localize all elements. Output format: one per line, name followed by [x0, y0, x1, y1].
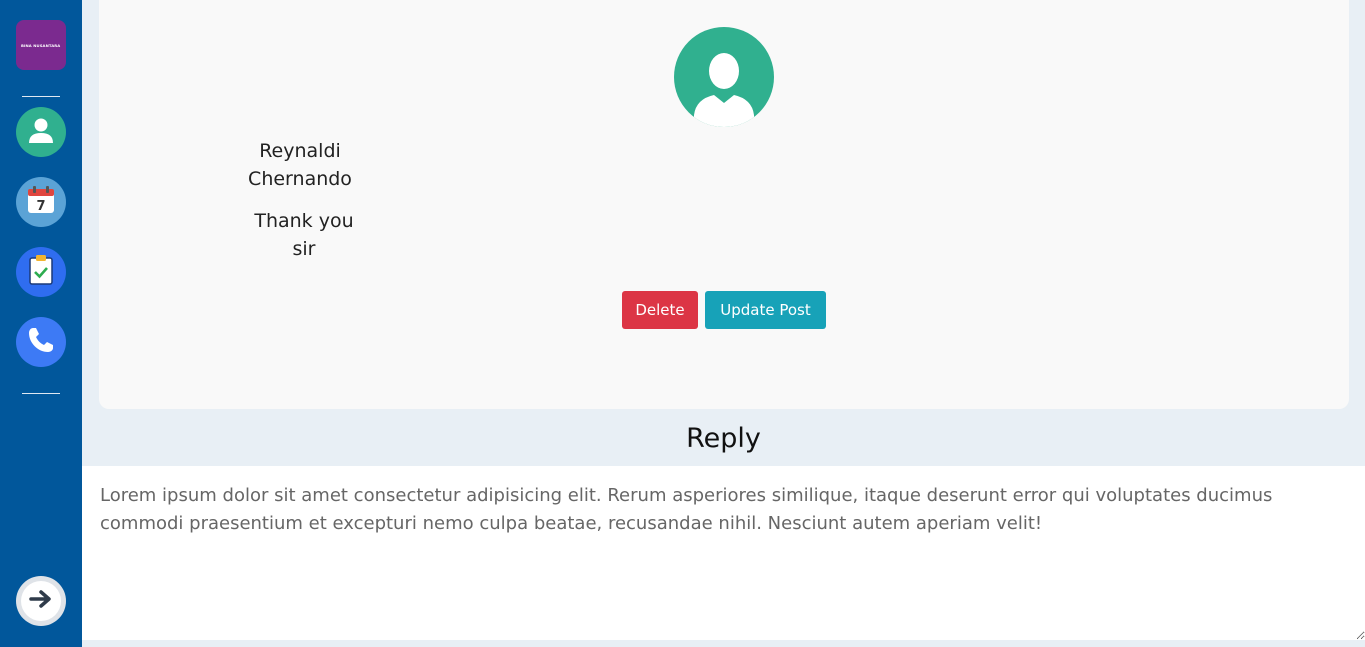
reply-heading: Reply — [686, 423, 761, 454]
clipboard-icon — [26, 254, 56, 290]
user-icon — [24, 113, 58, 151]
sidebar-divider-bottom — [22, 393, 60, 394]
sidebar: BINA NUSANTARA 7 — [0, 0, 82, 647]
reply-textarea[interactable]: Lorem ipsum dolor sit amet consectetur a… — [82, 466, 1365, 640]
author-avatar — [674, 27, 774, 127]
exit-button[interactable] — [16, 576, 66, 626]
post-body: Thank you sir — [254, 210, 354, 260]
arrow-right-icon — [29, 589, 53, 613]
logo-text: BINA NUSANTARA — [21, 42, 61, 48]
sidebar-item-profile[interactable] — [16, 107, 66, 157]
phone-icon — [26, 325, 56, 359]
sidebar-item-contact[interactable] — [16, 317, 66, 367]
calendar-icon: 7 — [25, 184, 57, 220]
exit-button-face — [21, 581, 61, 621]
update-post-button[interactable]: Update Post — [705, 291, 826, 329]
calendar-day: 7 — [36, 199, 45, 214]
app-logo[interactable]: BINA NUSANTARA — [16, 20, 66, 70]
sidebar-divider-top — [22, 96, 60, 97]
post-author: Reynaldi Chernando — [248, 140, 352, 190]
user-icon — [692, 43, 756, 127]
sidebar-item-tasks[interactable] — [16, 247, 66, 297]
sidebar-item-calendar[interactable]: 7 — [16, 177, 66, 227]
delete-button[interactable]: Delete — [622, 291, 698, 329]
